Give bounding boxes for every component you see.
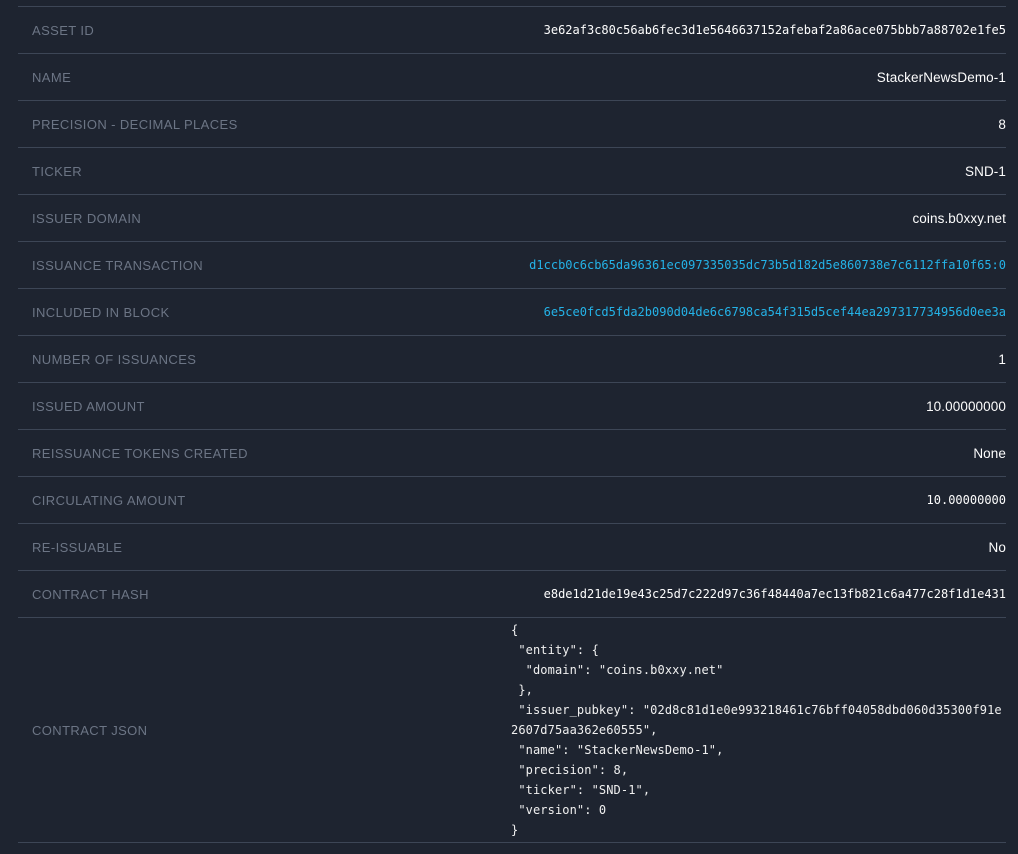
contract-json-label: CONTRACT JSON [32,723,147,738]
re-issuable-value: No [146,540,1006,555]
row-issuance-transaction: ISSUANCE TRANSACTION d1ccb0c6cb65da96361… [18,242,1006,289]
included-in-block-label: INCLUDED IN BLOCK [32,305,170,320]
ticker-label: TICKER [32,164,82,179]
number-of-issuances-label: NUMBER OF ISSUANCES [32,352,196,367]
row-number-of-issuances: NUMBER OF ISSUANCES 1 [18,336,1006,383]
contract-hash-value: e8de1d21de19e43c25d7c222d97c36f48440a7ec… [173,587,1006,601]
row-included-in-block: INCLUDED IN BLOCK 6e5ce0fcd5fda2b090d04d… [18,289,1006,336]
issuer-domain-value: coins.b0xxy.net [165,211,1006,226]
ticker-value: SND-1 [106,164,1006,179]
re-issuable-label: RE-ISSUABLE [32,540,122,555]
row-contract-hash: CONTRACT HASH e8de1d21de19e43c25d7c222d9… [18,571,1006,618]
row-issuer-domain: ISSUER DOMAIN coins.b0xxy.net [18,195,1006,242]
row-asset-id: ASSET ID 3e62af3c80c56ab6fec3d1e56466371… [18,7,1006,54]
precision-value: 8 [262,117,1006,132]
issuer-domain-label: ISSUER DOMAIN [32,211,141,226]
included-in-block-link[interactable]: 6e5ce0fcd5fda2b090d04de6c6798ca54f315d5c… [194,305,1006,319]
contract-json-cell: { "entity": { "domain": "coins.b0xxy.net… [171,620,1006,840]
name-label: NAME [32,70,71,85]
row-issued-amount: ISSUED AMOUNT 10.00000000 [18,383,1006,430]
issued-amount-label: ISSUED AMOUNT [32,399,145,414]
issued-amount-value: 10.00000000 [169,399,1006,414]
contract-json-value: { "entity": { "domain": "coins.b0xxy.net… [511,620,1006,840]
circulating-amount-label: CIRCULATING AMOUNT [32,493,186,508]
row-re-issuable: RE-ISSUABLE No [18,524,1006,571]
precision-label: PRECISION - DECIMAL PLACES [32,117,238,132]
number-of-issuances-value: 1 [220,352,1006,367]
row-name: NAME StackerNewsDemo-1 [18,54,1006,101]
name-value: StackerNewsDemo-1 [95,70,1006,85]
row-circulating-amount: CIRCULATING AMOUNT 10.00000000 [18,477,1006,524]
reissuance-tokens-created-value: None [272,446,1006,461]
row-reissuance-tokens-created: REISSUANCE TOKENS CREATED None [18,430,1006,477]
issuance-transaction-link[interactable]: d1ccb0c6cb65da96361ec097335035dc73b5d182… [227,258,1006,272]
row-ticker: TICKER SND-1 [18,148,1006,195]
contract-hash-label: CONTRACT HASH [32,587,149,602]
row-precision: PRECISION - DECIMAL PLACES 8 [18,101,1006,148]
issuance-transaction-label: ISSUANCE TRANSACTION [32,258,203,273]
circulating-amount-value: 10.00000000 [210,493,1006,507]
asset-id-label: ASSET ID [32,23,94,38]
row-contract-json: CONTRACT JSON { "entity": { "domain": "c… [18,618,1006,843]
reissuance-tokens-created-label: REISSUANCE TOKENS CREATED [32,446,248,461]
asset-id-value: 3e62af3c80c56ab6fec3d1e5646637152afebaf2… [118,23,1006,37]
asset-details-table: ASSET ID 3e62af3c80c56ab6fec3d1e56466371… [18,6,1006,843]
